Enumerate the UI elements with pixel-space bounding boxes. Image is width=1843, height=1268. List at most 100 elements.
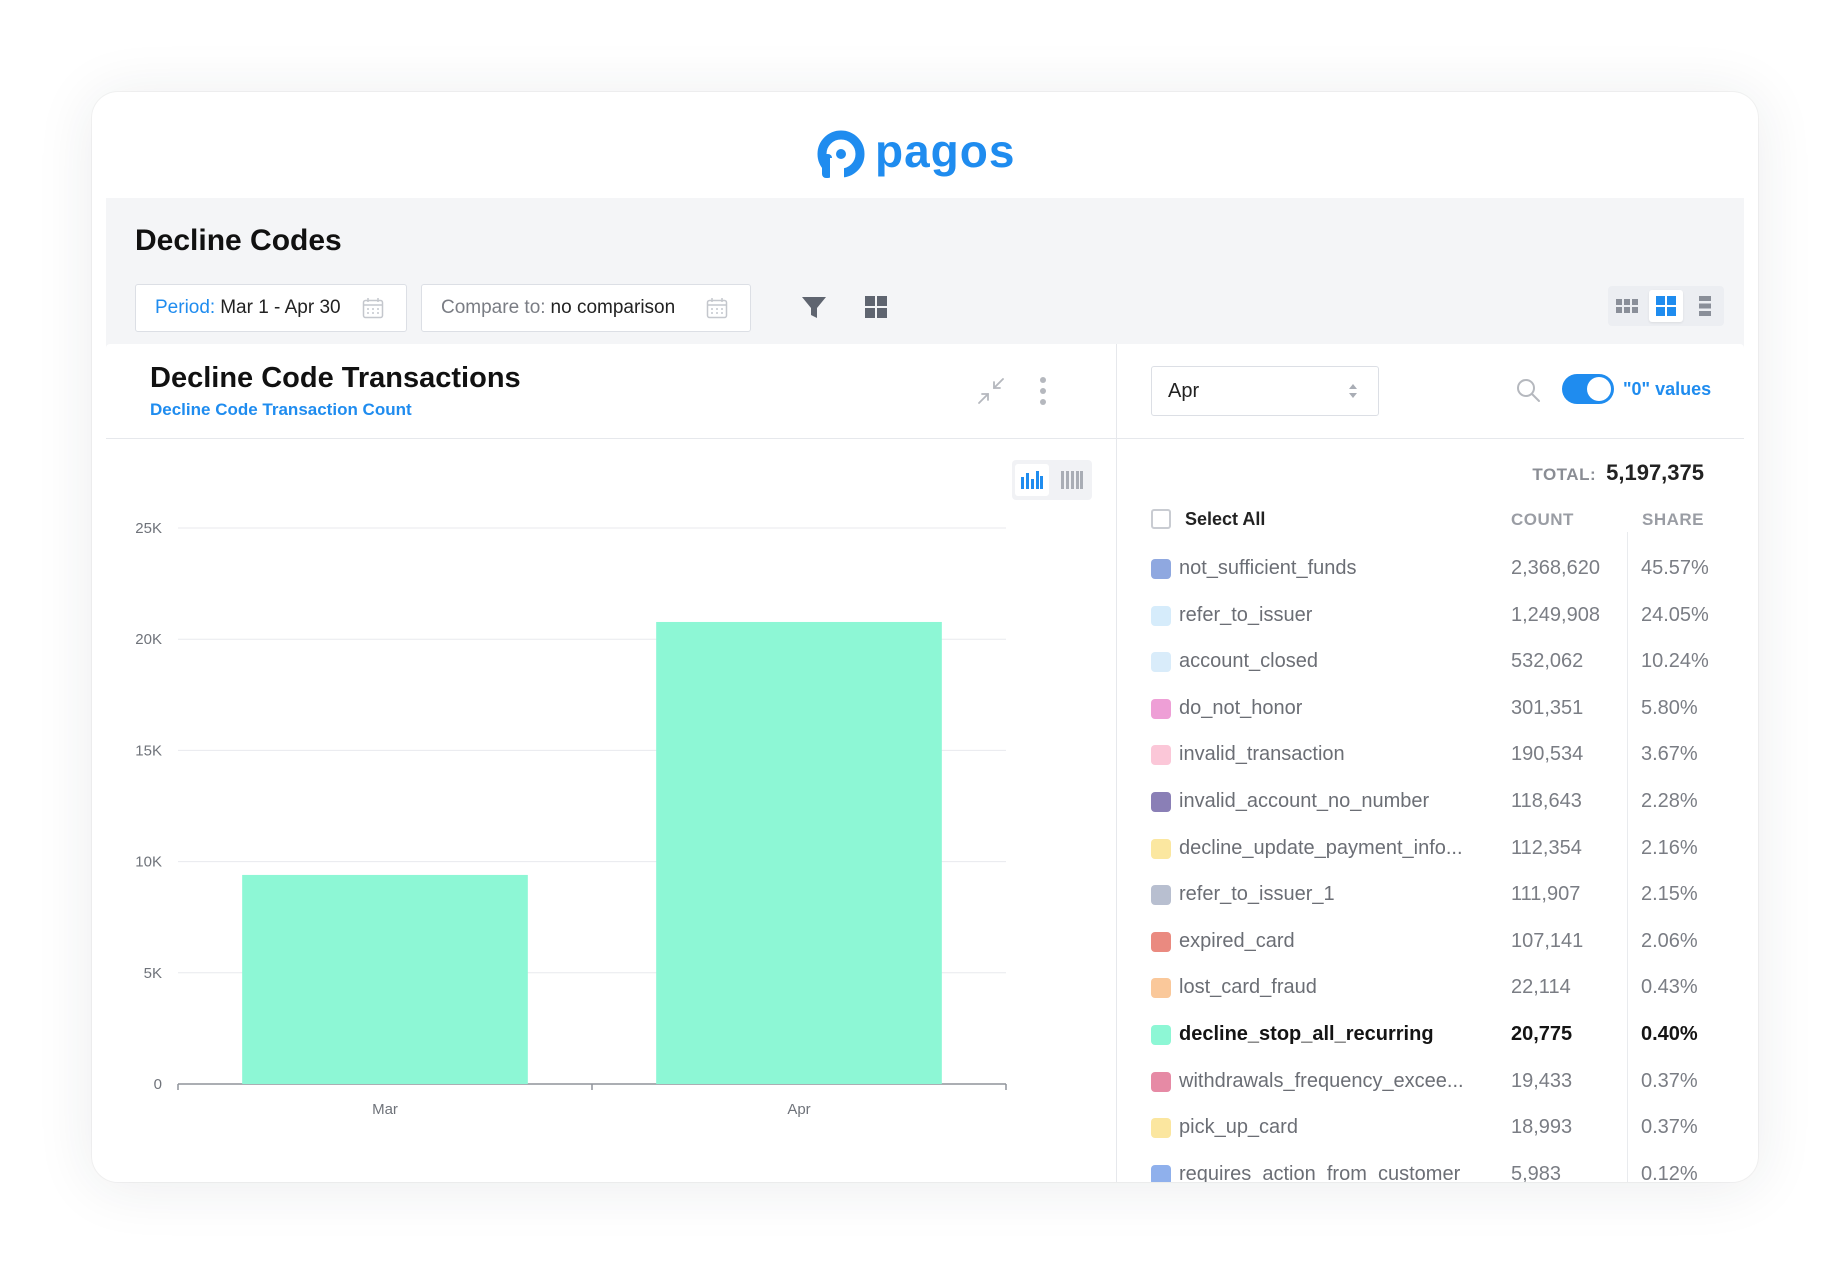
period-value: Mar 1 - Apr 30 — [220, 297, 341, 318]
layout-switch — [1608, 286, 1724, 326]
more-options-icon[interactable] — [1037, 375, 1049, 407]
decline-code-count: 5,983 — [1511, 1162, 1562, 1182]
period-label: Period: — [155, 297, 216, 318]
list-item[interactable]: invalid_transaction 190,534 3.67% — [1151, 731, 1726, 777]
decline-code-share: 0.12% — [1641, 1162, 1698, 1182]
decline-code-name: refer_to_issuer_1 — [1179, 883, 1335, 906]
calendar-icon — [362, 298, 384, 319]
brand-name: pagos — [875, 125, 1016, 177]
decline-code-name: account_closed — [1179, 650, 1318, 673]
decline-code-share: 3.67% — [1641, 743, 1698, 766]
layout-list-button[interactable] — [1688, 290, 1722, 322]
decline-code-share: 2.16% — [1641, 836, 1698, 859]
decline-code-count: 19,433 — [1511, 1069, 1573, 1092]
decline-code-count: 190,534 — [1511, 743, 1584, 766]
legend-swatch — [1151, 698, 1171, 719]
list-item[interactable]: refer_to_issuer_1 111,907 2.15% — [1151, 871, 1726, 917]
list-item[interactable]: requires_action_from_customer 5,983 0.12% — [1151, 1151, 1726, 1182]
grid-layout-icon — [1655, 296, 1676, 316]
header-divider — [106, 438, 1116, 439]
select-all-checkbox[interactable] — [1151, 509, 1171, 529]
decline-code-share: 0.40% — [1641, 1023, 1698, 1045]
list-item[interactable]: decline_stop_all_recurring 20,775 0.40% — [1151, 1011, 1726, 1057]
bar-chart: 0 5K 10K 15K 20K 25K Mar Apr — [135, 520, 1007, 1118]
decline-code-share: 45.57% — [1641, 557, 1709, 579]
select-all-label[interactable]: Select All — [1185, 509, 1265, 530]
y-tick-label: 15K — [135, 742, 162, 759]
search-icon[interactable] — [1515, 377, 1541, 403]
sort-arrows-icon — [1349, 384, 1357, 398]
count-column-header[interactable]: COUNT — [1511, 510, 1574, 530]
decline-code-name: not_sufficient_funds — [1179, 557, 1357, 579]
decline-code-share: 2.06% — [1641, 929, 1698, 952]
decline-code-count: 118,643 — [1511, 790, 1582, 812]
decline-code-share: 5.80% — [1641, 696, 1698, 719]
breakdown-header: Select All COUNT SHARE — [1151, 504, 1721, 536]
y-tick-label: 0 — [154, 1076, 162, 1093]
bar-apr — [656, 621, 942, 1084]
decline-code-name: lost_card_fraud — [1179, 976, 1317, 999]
compare-picker[interactable]: Compare to: no comparison — [421, 284, 751, 332]
decline-code-count: 107,141 — [1511, 929, 1584, 952]
share-column-header[interactable]: SHARE — [1642, 510, 1704, 530]
decline-code-name: requires_action_from_customer — [1179, 1162, 1461, 1182]
legend-swatch — [1151, 605, 1171, 626]
filter-icon[interactable] — [801, 294, 827, 320]
app-card: pagos Decline Codes Period: Mar 1 - Apr … — [92, 92, 1758, 1182]
legend-swatch — [1151, 1071, 1171, 1092]
period-picker[interactable]: Period: Mar 1 - Apr 30 — [135, 284, 407, 332]
layout-wide-button[interactable] — [1610, 290, 1644, 322]
columns-layout-icon — [1616, 299, 1639, 313]
stacked-chart-icon — [1061, 471, 1083, 489]
calendar-icon — [706, 298, 728, 319]
decline-code-count: 1,249,908 — [1511, 603, 1600, 626]
legend-swatch — [1151, 838, 1171, 859]
decline-code-name: invalid_account_no_number — [1179, 790, 1430, 812]
dashboard-grid-icon[interactable] — [864, 295, 888, 319]
total-label: TOTAL: — [1532, 465, 1597, 484]
list-item[interactable]: lost_card_fraud 22,114 0.43% — [1151, 964, 1726, 1010]
list-item[interactable]: account_closed 532,062 10.24% — [1151, 638, 1726, 684]
decline-code-count: 20,775 — [1511, 1023, 1573, 1045]
decline-code-share: 2.15% — [1641, 883, 1698, 906]
y-tick-label: 10K — [135, 854, 162, 871]
list-item[interactable]: do_not_honor 301,351 5.80% — [1151, 685, 1726, 731]
legend-swatch — [1151, 745, 1171, 766]
list-item[interactable]: withdrawals_frequency_excee... 19,433 0.37… — [1151, 1058, 1726, 1104]
decline-code-name: invalid_transaction — [1179, 743, 1345, 766]
breakdown-list: not_sufficient_funds 2,368,620 45.57% refer… — [1151, 545, 1726, 1182]
list-item[interactable]: invalid_account_no_number 118,643 2.28% — [1151, 778, 1726, 824]
layout-grid-button[interactable] — [1648, 290, 1683, 322]
list-item[interactable]: expired_card 107,141 2.06% — [1151, 918, 1726, 964]
decline-code-name: do_not_honor — [1179, 696, 1303, 719]
total-value: 5,197,375 — [1606, 460, 1704, 485]
chart-type-switch — [1012, 460, 1092, 500]
x-tick-label: Mar — [372, 1101, 398, 1118]
chart-subtitle: Decline Code Transaction Count — [150, 400, 412, 419]
collapse-icon[interactable] — [976, 376, 1006, 406]
pagos-logo: pagos — [815, 124, 1015, 184]
bar-mar — [242, 874, 528, 1084]
month-select[interactable]: Apr — [1151, 366, 1379, 416]
list-item[interactable]: pick_up_card 18,993 0.37% — [1151, 1104, 1726, 1150]
legend-swatch — [1151, 1164, 1171, 1182]
bar-chart-button[interactable] — [1015, 464, 1049, 496]
legend-swatch — [1151, 931, 1171, 952]
decline-code-name: decline_update_payment_info... — [1179, 836, 1463, 859]
total-summary: TOTAL: 5,197,375 — [1532, 460, 1704, 486]
list-item[interactable]: refer_to_issuer 1,249,908 24.05% — [1151, 592, 1726, 638]
list-item[interactable]: decline_update_payment_info... 112,354 2.1… — [1151, 825, 1726, 871]
list-item[interactable]: not_sufficient_funds 2,368,620 45.57% — [1151, 545, 1726, 591]
stacked-chart-button[interactable] — [1055, 464, 1089, 496]
decline-code-share: 0.37% — [1641, 1069, 1698, 1092]
decline-code-count: 2,368,620 — [1511, 557, 1600, 579]
decline-code-name: expired_card — [1179, 929, 1295, 952]
legend-swatch — [1151, 978, 1171, 999]
zero-values-toggle[interactable] — [1562, 374, 1614, 404]
compare-label: Compare to: — [441, 297, 546, 318]
chart-title: Decline Code Transactions — [150, 362, 521, 394]
decline-code-share: 2.28% — [1641, 790, 1698, 812]
zero-values-label: "0" values — [1623, 379, 1712, 399]
bar-chart-icon — [1021, 471, 1043, 489]
y-tick-label: 20K — [135, 631, 162, 648]
